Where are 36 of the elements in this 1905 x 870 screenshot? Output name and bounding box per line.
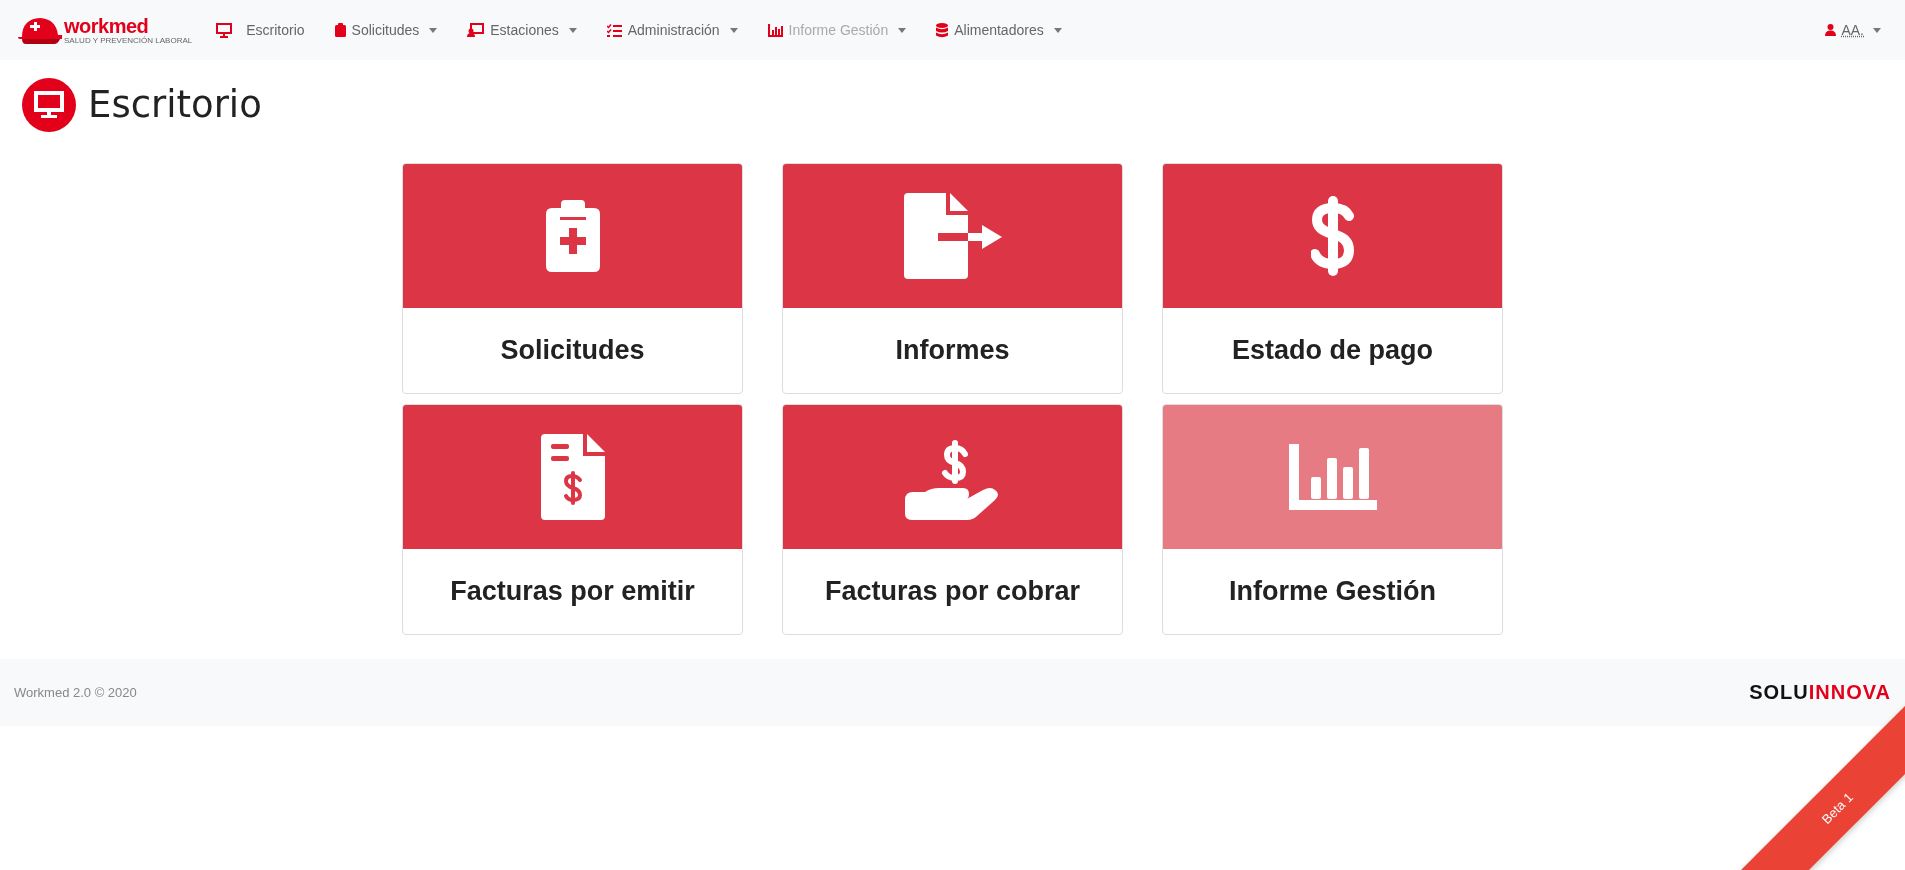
presenter-icon	[467, 23, 485, 37]
user-icon	[1825, 24, 1837, 36]
dashboard-tile[interactable]: Estado de pago	[1162, 163, 1503, 394]
page-title: Escritorio	[88, 83, 262, 126]
nav-item[interactable]: Escritorio	[216, 22, 305, 38]
bar-chart-icon	[1288, 444, 1377, 510]
invoice-dollar-icon	[540, 434, 605, 520]
company-logo: SOLUINNOVA	[1749, 681, 1891, 704]
monitor-icon	[216, 22, 233, 38]
nav-item[interactable]: Estaciones	[467, 22, 577, 38]
brand-tagline: SALUD Y PREVENCIÓN LABORAL	[64, 35, 193, 45]
nav-item[interactable]: Alimentadores	[936, 22, 1062, 38]
nav-item[interactable]: Solicitudes	[334, 22, 438, 38]
brand-name: workmed	[64, 15, 149, 36]
nav-item[interactable]: Administración	[606, 22, 738, 38]
database-icon	[936, 22, 949, 38]
dashboard-tile[interactable]: Facturas por cobrar	[782, 404, 1123, 635]
clipboard-icon	[334, 23, 346, 37]
tile-label: Informes	[895, 335, 1010, 366]
dashboard-tile[interactable]: Facturas por emitir	[402, 404, 743, 635]
dashboard-tile[interactable]: Informes	[782, 163, 1123, 394]
tile-label: Facturas por emitir	[450, 576, 695, 607]
user-menu[interactable]: AA.	[1819, 21, 1887, 39]
checklist-icon	[606, 23, 622, 37]
tile-label: Facturas por cobrar	[824, 576, 1081, 607]
bar-chart-icon	[767, 23, 783, 37]
helmet-logo-icon	[18, 15, 62, 45]
tile-label: Solicitudes	[500, 335, 645, 366]
copyright-text: Workmed 2.0 © 2020	[14, 685, 137, 700]
tile-label: Informe Gestión	[1229, 576, 1436, 607]
tile-label: Estado de pago	[1232, 335, 1433, 366]
medical-clipboard-icon	[545, 200, 600, 272]
file-export-icon	[903, 193, 1002, 279]
dashboard-tile[interactable]: Solicitudes	[402, 163, 743, 394]
dollar-icon	[1310, 194, 1355, 278]
monitor-icon	[22, 77, 76, 132]
